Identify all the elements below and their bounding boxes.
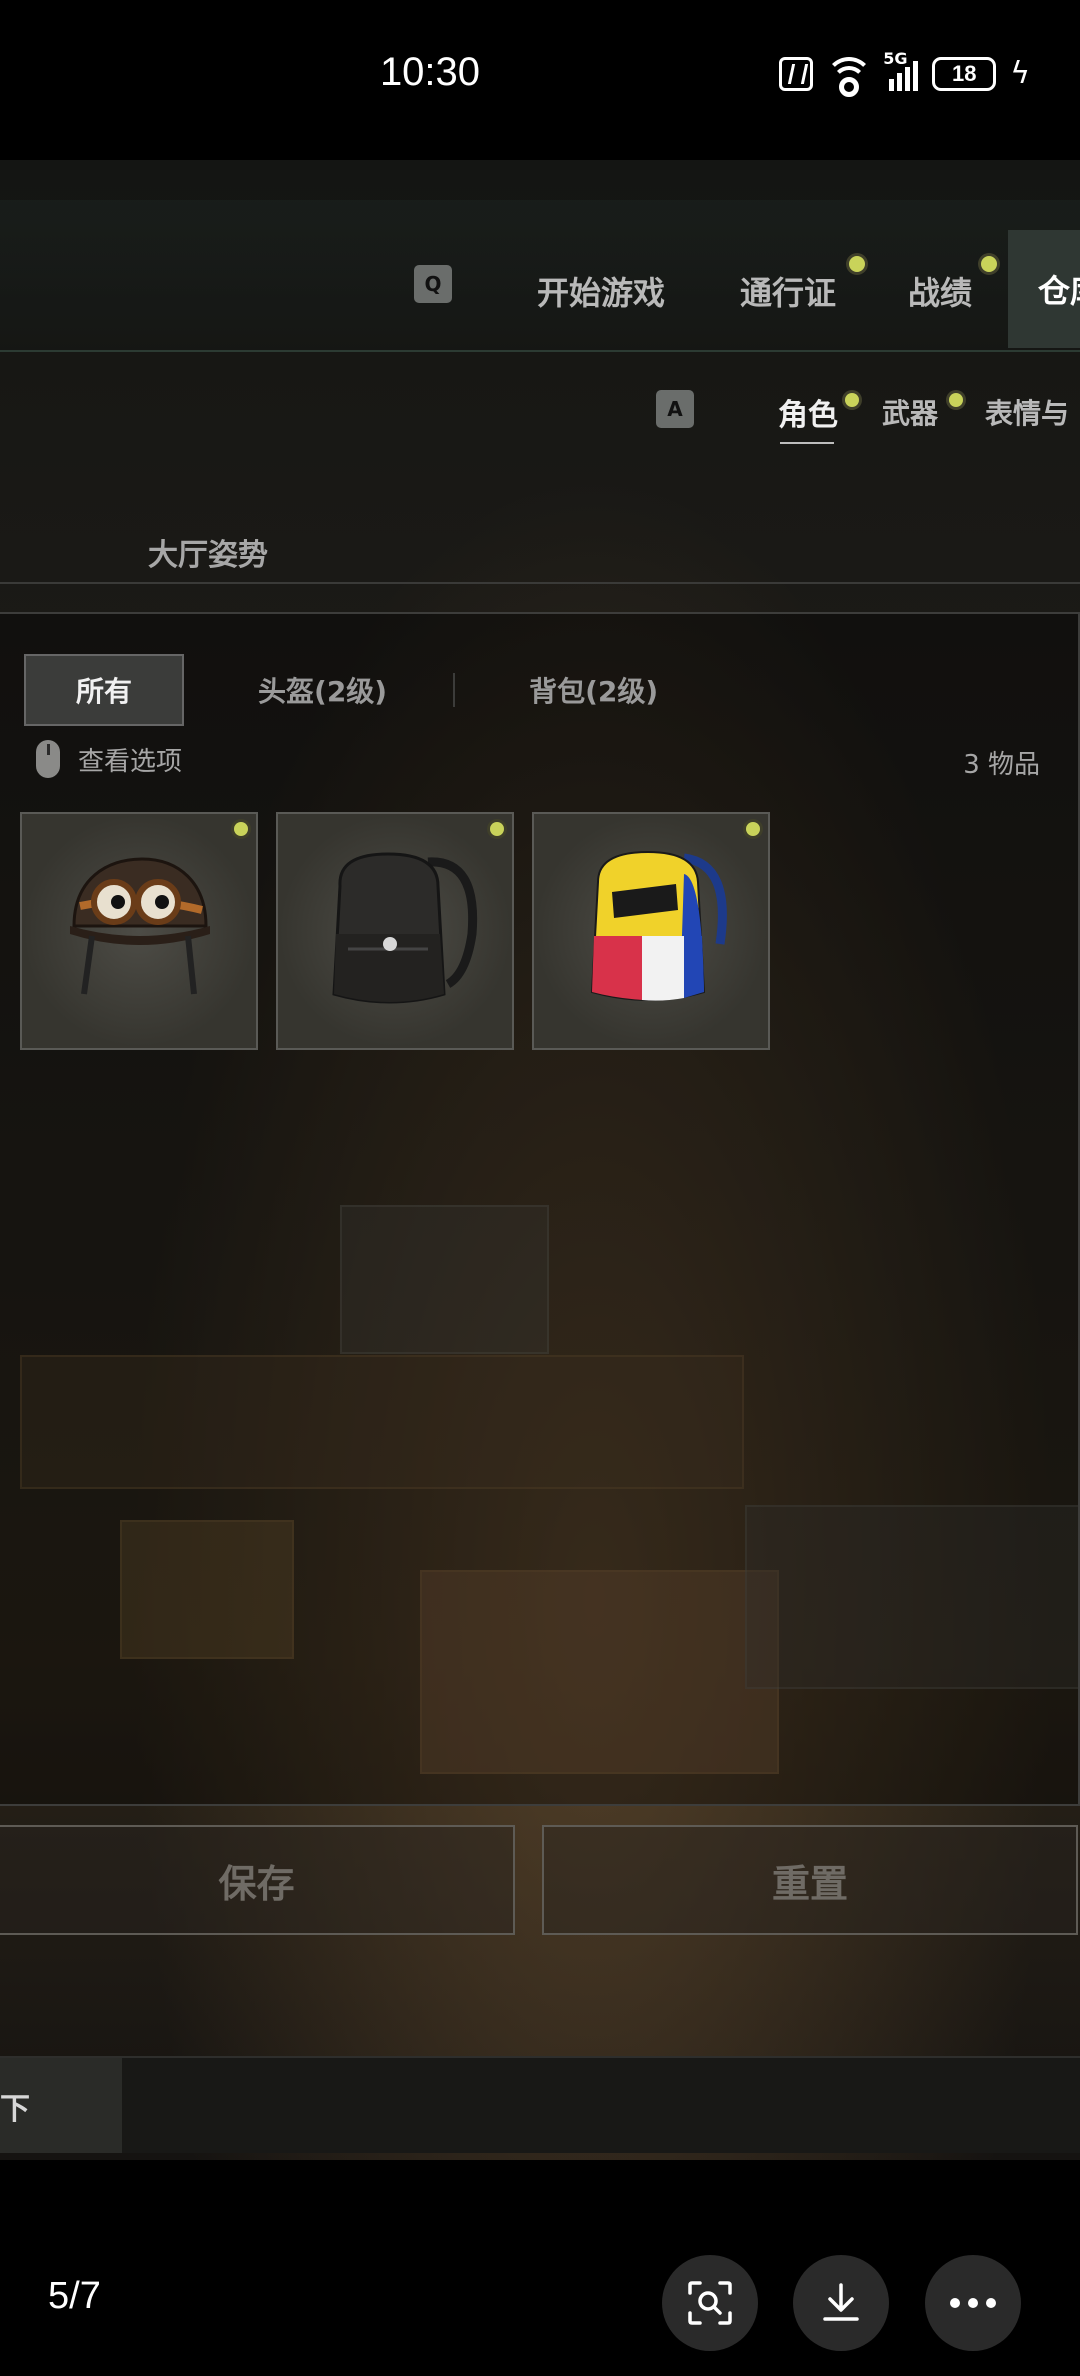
nav-start-game[interactable]: 开始游戏	[537, 268, 665, 314]
item-card-helmet[interactable]	[20, 812, 258, 1050]
scan-search-icon	[688, 2281, 732, 2325]
download-button[interactable]	[793, 2255, 889, 2351]
game-screenshot: Q 开始游戏 通行证 战绩 仓库 A 角色 武器 表情与 大厅姿势 所有 头盔(…	[0, 160, 1080, 2160]
signal-icon: 5G	[883, 49, 919, 91]
backpack-icon	[590, 850, 727, 1001]
nfc-icon	[779, 56, 814, 91]
reset-button[interactable]: 重置	[542, 1825, 1078, 1935]
nav-warehouse-tab[interactable]: 仓库	[1008, 230, 1080, 348]
subnav-character[interactable]: 角色	[778, 390, 838, 434]
item-card-colorful-backpack[interactable]	[532, 812, 770, 1050]
helmet-icon	[70, 857, 210, 995]
nav-warehouse-label: 仓库	[1038, 272, 1080, 310]
status-bar: 10:30 5G 18 ϟ	[0, 0, 1080, 160]
filter-tab-backpack[interactable]: 背包(2级)	[495, 656, 692, 724]
unequip-label: 卸下	[0, 2091, 30, 2127]
nav-battle-pass-new-dot	[849, 256, 865, 272]
page-indicator: 5/7	[48, 2275, 101, 2317]
subnav-active-underline	[780, 442, 834, 444]
unequip-tab[interactable]: 卸下	[0, 2058, 122, 2153]
nav-record-new-dot	[981, 256, 997, 272]
battery-icon: 18	[932, 56, 997, 91]
clock: 10:30	[379, 50, 481, 94]
item-count: 3 物品	[963, 750, 1040, 780]
filter-separator	[453, 673, 456, 707]
bottom-bar: 卸下	[0, 2056, 1080, 2153]
item-grid	[20, 812, 770, 1050]
download-icon	[823, 2283, 859, 2321]
section-divider	[0, 582, 1080, 584]
screen: 10:30 5G 18 ϟ Q 开始游戏 通行证 战绩 仓 A 角色 武器 表情…	[0, 0, 1080, 2376]
lens-search-button[interactable]	[662, 2255, 758, 2351]
nav-battle-pass[interactable]: 通行证	[740, 268, 836, 314]
save-button[interactable]: 保存	[0, 1825, 515, 1935]
subnav-weapons[interactable]: 武器	[882, 392, 938, 432]
item-card-black-backpack[interactable]	[276, 812, 514, 1050]
new-item-dot	[234, 822, 248, 836]
filter-tab-helmet[interactable]: 头盔(2级)	[224, 656, 421, 724]
section-title-lobby-pose: 大厅姿势	[148, 538, 268, 573]
backpack-icon	[332, 852, 478, 1004]
wifi-icon	[825, 56, 874, 97]
view-options-label: 查看选项	[78, 746, 183, 777]
network-type: 5G	[883, 48, 908, 68]
key-hint-q: Q	[414, 265, 452, 303]
subnav-emotes[interactable]: 表情与	[985, 392, 1080, 432]
view-options[interactable]: 查看选项	[36, 740, 182, 778]
nav-record[interactable]: 战绩	[908, 268, 972, 314]
filter-tab-all[interactable]: 所有	[24, 654, 185, 726]
new-item-dot	[490, 822, 504, 836]
more-icon	[950, 2298, 996, 2308]
battery-level: 18	[951, 60, 977, 86]
inventory-panel: 所有 头盔(2级) 背包(2级) 查看选项 3 物品	[0, 612, 1080, 1806]
new-item-dot	[746, 822, 760, 836]
status-icons: 5G 18 ϟ	[779, 49, 1030, 97]
image-viewer-footer: 5/7	[0, 2160, 1080, 2376]
key-hint-a: A	[656, 390, 694, 428]
subnav-character-new-dot	[845, 393, 859, 407]
filter-tabs: 所有 头盔(2级) 背包(2级)	[24, 654, 724, 726]
more-button[interactable]	[925, 2255, 1021, 2351]
charging-icon: ϟ	[1010, 56, 1030, 91]
subnav-weapons-new-dot	[949, 393, 963, 407]
mouse-icon	[36, 740, 60, 778]
